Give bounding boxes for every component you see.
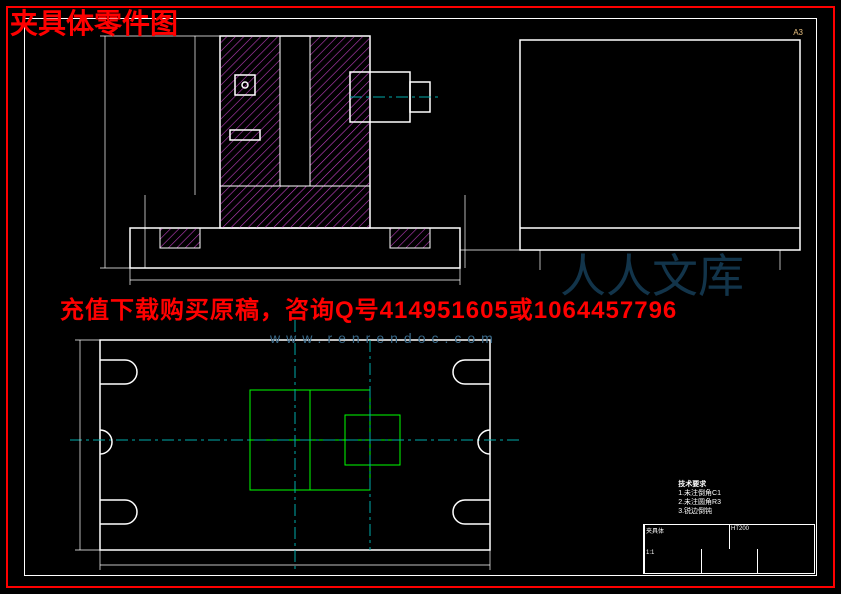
techreq-body: 1.未注倒角C1 2.未注圆角R3 3.锐边倒钝 <box>678 489 721 516</box>
titleblock-scale: 1:1 <box>644 549 701 573</box>
drawing-title: 夹具体零件图 <box>10 2 178 42</box>
techreq-heading: 技术要求 <box>678 480 721 489</box>
watermark-url: www.renrendoc.com <box>270 330 499 346</box>
watermark-text: 充值下载购买原稿，咨询Q号414951605或1064457796 <box>60 290 677 325</box>
titleblock-drawn <box>701 549 758 573</box>
title-block: 夹具体 HT200 1:1 <box>643 524 815 574</box>
titleblock-sheet <box>757 549 814 573</box>
titleblock-material: HT200 <box>729 525 814 549</box>
technical-requirements: 技术要求 1.未注倒角C1 2.未注圆角R3 3.锐边倒钝 <box>678 480 721 516</box>
titleblock-partname: 夹具体 <box>644 525 729 549</box>
cad-canvas: 夹具体零件图 A3 <box>0 0 841 594</box>
